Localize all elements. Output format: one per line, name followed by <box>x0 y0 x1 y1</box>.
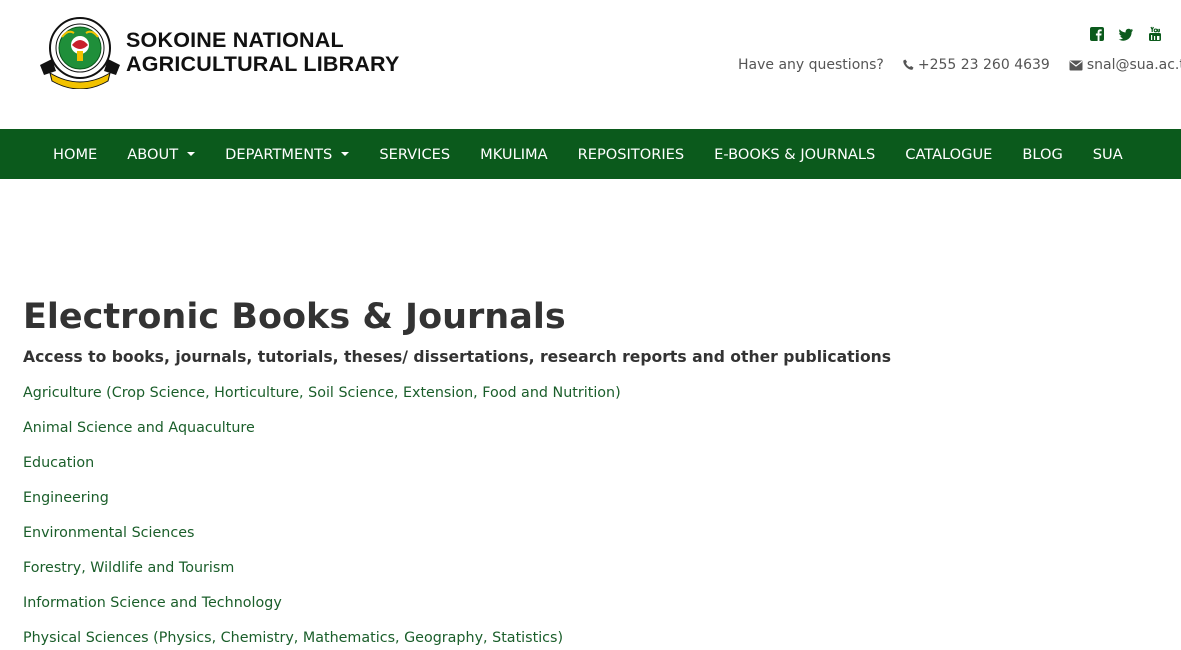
nav-item-label: SUA <box>1092 145 1123 163</box>
nav-item-label: CATALOGUE <box>905 145 993 163</box>
contact-info: Have any questions? +255 23 260 4639 sna… <box>738 57 1181 73</box>
social-links <box>1089 26 1163 42</box>
nav-item-departments[interactable]: DEPARTMENTS <box>210 129 364 179</box>
nav-item-about[interactable]: ABOUT <box>112 129 210 179</box>
email-address: snal@sua.ac.tz <box>1086 57 1181 73</box>
phone-contact[interactable]: +255 23 260 4639 <box>903 57 1050 73</box>
nav-item-label: MKULIMA <box>480 145 548 163</box>
nav-item-mkulima[interactable]: MKULIMA <box>465 129 562 179</box>
nav-item-blog[interactable]: BLOG <box>1007 129 1077 179</box>
caret-down-icon <box>341 152 350 156</box>
facebook-icon[interactable] <box>1089 26 1105 42</box>
subject-link-environmental-sciences[interactable]: Environmental Sciences <box>23 525 194 541</box>
nav-item-sua[interactable]: SUA <box>1078 129 1138 179</box>
subject-link-list: Agriculture (Crop Science, Horticulture,… <box>23 382 1163 650</box>
caret-down-icon <box>187 152 196 156</box>
subject-link-physical-sciences[interactable]: Physical Sciences (Physics, Chemistry, M… <box>23 630 563 646</box>
nav-item-catalogue[interactable]: CATALOGUE <box>890 129 1007 179</box>
subject-link-information-science[interactable]: Information Science and Technology <box>23 595 282 611</box>
email-contact[interactable]: snal@sua.ac.tz <box>1069 57 1181 73</box>
subject-link-engineering[interactable]: Engineering <box>23 490 109 506</box>
logo-text: SOKOINE NATIONAL AGRICULTURAL LIBRARY <box>126 28 400 76</box>
twitter-icon[interactable] <box>1118 26 1134 42</box>
subject-link-agriculture[interactable]: Agriculture (Crop Science, Horticulture,… <box>23 385 621 401</box>
list-item: Agriculture (Crop Science, Horticulture,… <box>23 382 1163 417</box>
subject-link-forestry[interactable]: Forestry, Wildlife and Tourism <box>23 560 234 576</box>
nav-item-services[interactable]: SERVICES <box>364 129 465 179</box>
subject-link-education[interactable]: Education <box>23 455 94 471</box>
list-item: Information Science and Technology <box>23 592 1163 627</box>
questions-text: Have any questions? <box>738 57 884 73</box>
main-content: Electronic Books & Journals Access to bo… <box>23 290 1163 650</box>
list-item: Education <box>23 452 1163 487</box>
university-emblem-icon <box>40 17 120 89</box>
list-item: Animal Science and Aquaculture <box>23 417 1163 452</box>
nav-item-label: HOME <box>53 145 98 163</box>
nav-item-label: ABOUT <box>127 145 179 163</box>
site-header: SOKOINE NATIONAL AGRICULTURAL LIBRARY Ha… <box>0 0 1181 129</box>
page-title: Electronic Books & Journals <box>23 297 566 337</box>
list-item: Environmental Sciences <box>23 522 1163 557</box>
envelope-icon <box>1069 60 1083 70</box>
logo-line-2: AGRICULTURAL LIBRARY <box>126 52 400 76</box>
nav-item-label: BLOG <box>1022 145 1063 163</box>
subject-link-animal-science[interactable]: Animal Science and Aquaculture <box>23 420 255 436</box>
phone-number: +255 23 260 4639 <box>917 57 1050 73</box>
nav-item-label: DEPARTMENTS <box>225 145 333 163</box>
phone-icon <box>903 59 914 70</box>
site-logo[interactable]: SOKOINE NATIONAL AGRICULTURAL LIBRARY <box>38 15 400 89</box>
logo-line-1: SOKOINE NATIONAL <box>126 28 344 52</box>
nav-item-home[interactable]: HOME <box>38 129 112 179</box>
list-item: Engineering <box>23 487 1163 522</box>
youtube-icon[interactable] <box>1147 26 1163 42</box>
nav-menu: HOME ABOUT DEPARTMENTS SERVICES MKULIMA … <box>38 129 1138 179</box>
nav-item-label: SERVICES <box>379 145 451 163</box>
nav-item-label: REPOSITORIES <box>577 145 685 163</box>
nav-item-label: E-BOOKS & JOURNALS <box>714 145 876 163</box>
nav-item-ebooks-journals[interactable]: E-BOOKS & JOURNALS <box>699 129 890 179</box>
list-item: Physical Sciences (Physics, Chemistry, M… <box>23 627 1163 650</box>
page-subtitle: Access to books, journals, tutorials, th… <box>23 348 892 366</box>
main-navbar: HOME ABOUT DEPARTMENTS SERVICES MKULIMA … <box>0 129 1181 179</box>
nav-item-repositories[interactable]: REPOSITORIES <box>563 129 700 179</box>
list-item: Forestry, Wildlife and Tourism <box>23 557 1163 592</box>
